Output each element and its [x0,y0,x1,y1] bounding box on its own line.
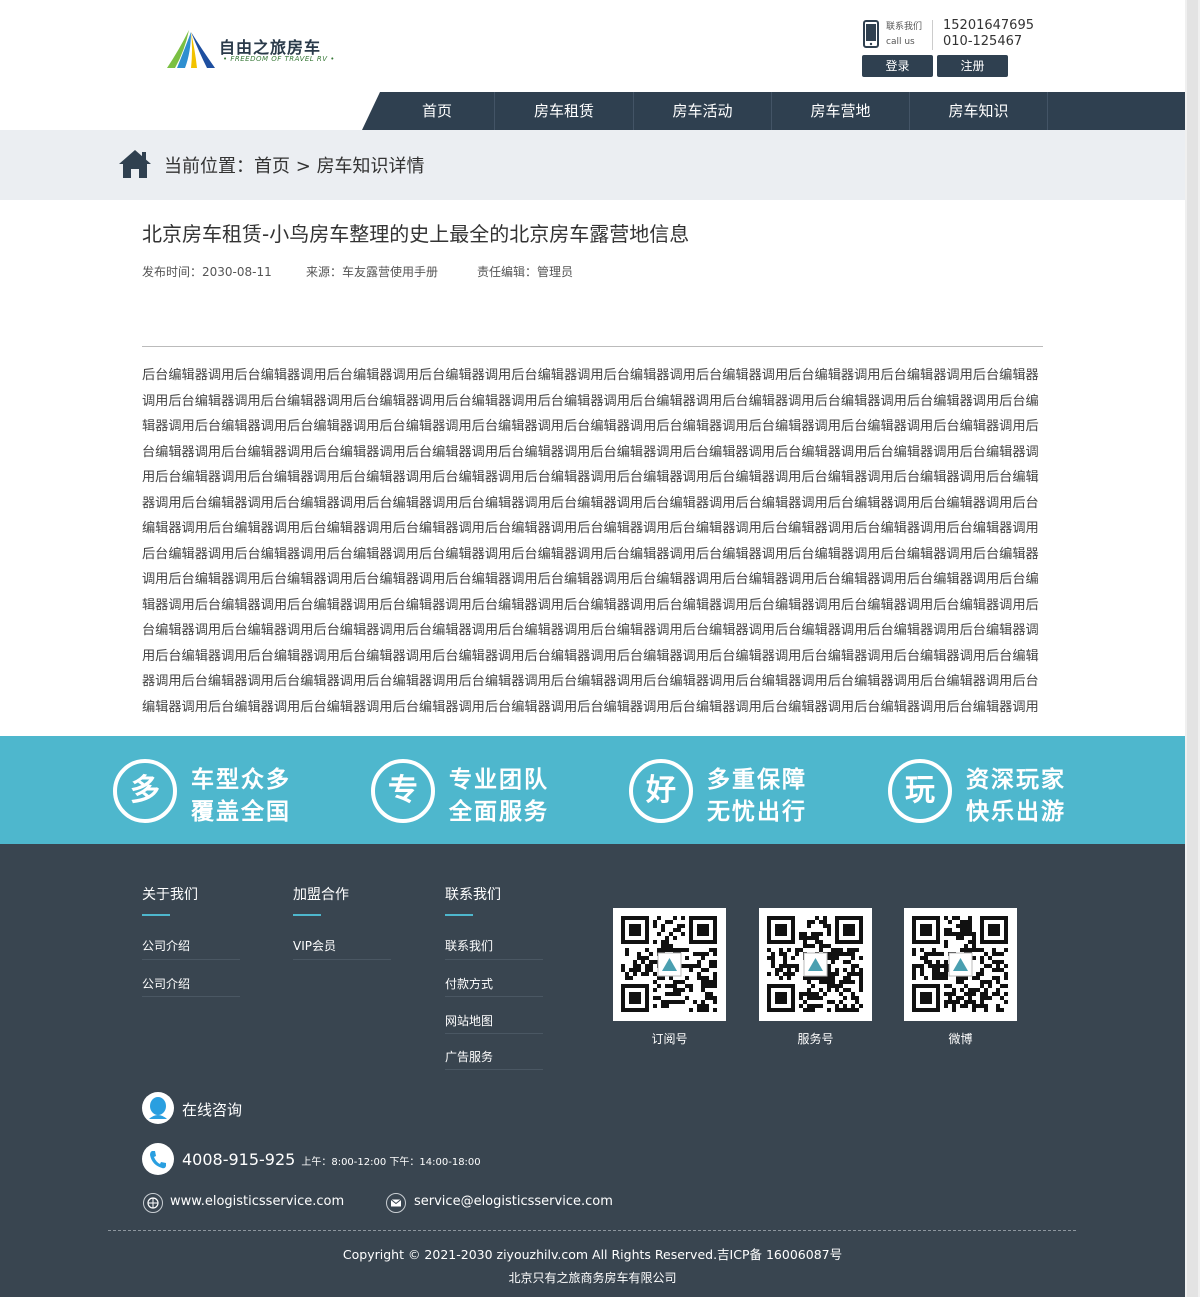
feature-badge-icon: 多 [113,759,177,823]
qr-code-image [613,908,726,1021]
contact-numbers: 15201647695 010-125467 [943,18,1034,50]
title-underline [445,914,473,916]
breadcrumb-prefix: 当前位置： [164,156,254,177]
contact-divider [932,20,933,50]
company-name: 北京只有之旅商务房车有限公司 [508,1271,677,1285]
feature-title: 资深玩家 [966,767,1066,793]
link-divider [142,996,240,997]
main-nav: 首页 房车租赁 房车活动 房车营地 房车知识 [362,92,1185,130]
link-divider [445,1069,543,1070]
footer-col-join-title: 加盟合作 [293,887,349,903]
hotline-text: 4008-915-925 上午：8:00-12:00 下午：14:00-18:00 [182,1150,481,1169]
qr-code-icon [621,916,717,1012]
site-footer: 关于我们 公司介绍 公司介绍 加盟合作 VIP会员 联系我们 联系我们 付款方式… [0,844,1185,1297]
nav-item-rental[interactable]: 房车租赁 [495,92,633,130]
feature-subtitle: 覆盖全国 [191,799,291,825]
home-icon [119,150,151,178]
breadcrumb-home-link[interactable]: 首页 [254,156,290,177]
site-logo[interactable]: 自由之旅房车 • FREEDOM OF TRAVEL RV • [165,28,334,72]
qr-label: 订阅号 [651,1032,688,1046]
login-button[interactable]: 登录 [862,55,933,77]
footer-link-company-intro[interactable]: 公司介绍 [142,975,190,992]
feature-badge-icon: 玩 [888,759,952,823]
link-divider [445,959,543,960]
title-underline [142,914,170,916]
contact-phone-1: 15201647695 [943,18,1034,33]
qr-code-icon [767,916,863,1012]
footer-link-company-intro[interactable]: 公司介绍 [142,937,190,954]
website-link[interactable]: www.elogisticsservice.com [170,1194,344,1209]
feature-subtitle: 快乐出游 [966,799,1066,825]
article-title: 北京房车租赁-小鸟房车整理的史上最全的北京房车露营地信息 [142,222,690,246]
scrollbar-thumb[interactable] [1187,0,1198,1297]
contact-label-cn: 联系我们 [886,22,923,32]
article-divider [142,346,1043,347]
article-publish-date: 发布时间：2030-08-11 [142,265,272,279]
footer-link-vip[interactable]: VIP会员 [293,937,336,954]
nav-item-campsites[interactable]: 房车营地 [772,92,909,130]
phone-icon [150,1151,166,1169]
qr-label: 微博 [948,1032,973,1046]
online-consult-link[interactable]: 在线咨询 [182,1099,242,1120]
footer-link-payment[interactable]: 付款方式 [445,975,493,992]
footer-link-sitemap[interactable]: 网站地图 [445,1012,493,1029]
chat-person-icon [149,1097,167,1119]
article-body: 后台编辑器调用后台编辑器调用后台编辑器调用后台编辑器调用后台编辑器调用后台编辑器… [142,368,1039,715]
feature-subtitle: 全面服务 [449,799,549,825]
mail-icon [386,1193,406,1213]
feature-title: 车型众多 [191,767,291,793]
breadcrumb-separator: > [295,156,311,177]
contact-label-en: call us [886,37,915,47]
breadcrumb-current: 房车知识详情 [316,156,425,177]
nav-separator [1047,92,1048,130]
nav-item-activities[interactable]: 房车活动 [634,92,771,130]
contact-phone-2: 010-125467 [943,34,1023,49]
hotline-icon [142,1143,174,1175]
register-button[interactable]: 注册 [937,55,1008,77]
business-hours: 上午：8:00-12:00 下午：14:00-18:00 [301,1157,481,1168]
site-header: 自由之旅房车 • FREEDOM OF TRAVEL RV • 联系我们 cal… [0,0,1185,130]
footer-link-ads[interactable]: 广告服务 [445,1048,493,1065]
qr-code-icon [912,916,1008,1012]
logo-subtitle: • FREEDOM OF TRAVEL RV • [223,55,335,63]
contact-box: 联系我们 call us 15201647695 010-125467 [860,18,1040,52]
breadcrumb: 当前位置：首页 > 房车知识详情 [0,130,1185,200]
qr-label: 服务号 [797,1032,834,1046]
article-editor: 责任编辑：管理员 [477,265,574,279]
contact-labels: 联系我们 call us [886,20,922,50]
online-consult-icon[interactable] [142,1092,174,1124]
link-divider [142,959,240,960]
feature-subtitle: 无忧出行 [707,799,807,825]
footer-divider [108,1230,1076,1231]
copyright-text: Copyright © 2021-2030 ziyouzhilv.com All… [342,1247,843,1262]
link-divider [445,1033,543,1034]
feature-title: 多重保障 [707,767,807,793]
footer-col-about-title: 关于我们 [142,887,198,903]
article-source: 来源：车友露营使用手册 [306,265,439,279]
feature-badge-icon: 好 [629,759,693,823]
mobile-phone-icon [863,20,879,48]
features-band: 多 车型众多 覆盖全国 专 专业团队 全面服务 好 多重保障 无忧出行 玩 资深… [0,736,1185,844]
nav-item-home[interactable]: 首页 [380,92,494,130]
feature-badge-icon: 专 [371,759,435,823]
feature-title: 专业团队 [449,767,549,793]
qr-code-image [759,908,872,1021]
email-link[interactable]: service@elogisticsservice.com [414,1194,613,1209]
title-underline [293,914,321,916]
breadcrumb-text: 当前位置：首页 > 房车知识详情 [164,152,425,178]
logo-mark-icon [167,30,215,68]
hotline-number: 4008-915-925 [182,1150,296,1169]
qr-code-image [904,908,1017,1021]
footer-link-contact[interactable]: 联系我们 [445,937,493,954]
link-divider [445,996,543,997]
nav-item-knowledge[interactable]: 房车知识 [910,92,1047,130]
globe-icon [143,1193,163,1213]
link-divider [293,959,391,960]
footer-col-contact-title: 联系我们 [445,887,501,903]
